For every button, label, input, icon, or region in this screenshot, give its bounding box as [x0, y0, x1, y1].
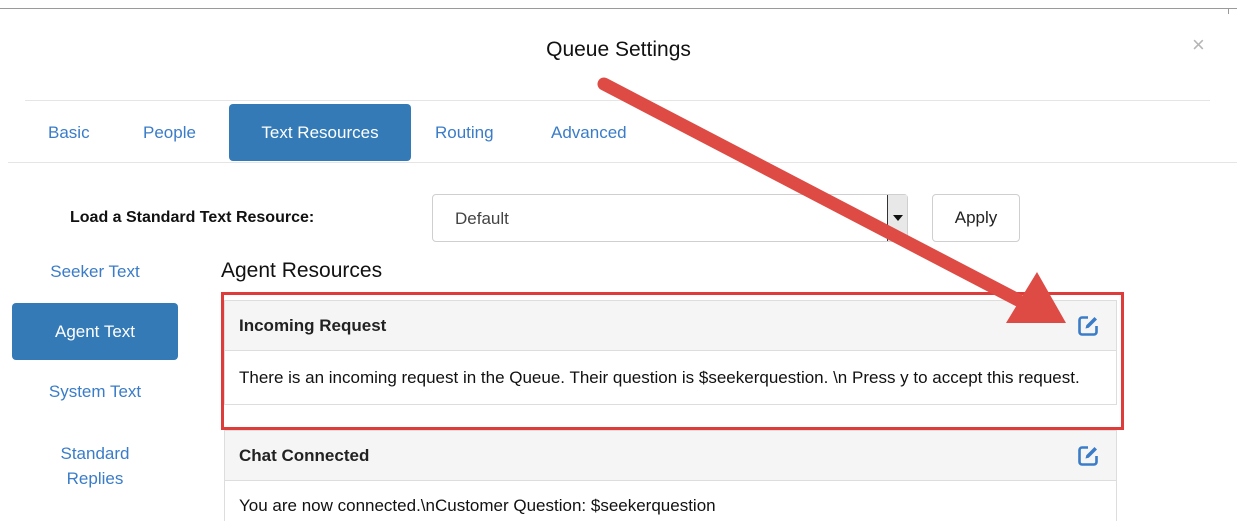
section-title: Agent Resources [221, 259, 383, 282]
tab-text-resources[interactable]: Text Resources [229, 104, 411, 161]
caret-down-icon[interactable] [887, 195, 907, 241]
tab-routing[interactable]: Routing [423, 104, 506, 161]
sidebar-item-seeker-text[interactable]: Seeker Text [12, 262, 178, 282]
tab-advanced[interactable]: Advanced [539, 104, 639, 161]
select-value: Default [455, 209, 509, 228]
apply-button[interactable]: Apply [932, 194, 1020, 242]
window-top-edge [0, 0, 1237, 14]
panel-title: Chat Connected [239, 446, 370, 465]
panel-body: You are now connected.\nCustomer Questio… [239, 496, 716, 515]
resource-panel-chat-connected: Chat Connected You are now connected.\nC… [224, 430, 1117, 521]
window-border [0, 8, 1237, 9]
sidebar-item-standard-replies[interactable]: Standard Replies [12, 441, 178, 491]
close-icon[interactable]: × [1192, 32, 1205, 58]
tab-bar: Basic People Text Resources Routing Adva… [0, 104, 1237, 162]
panel-header: Chat Connected [225, 431, 1116, 481]
tabs-divider [8, 162, 1237, 163]
window-border-corner [1228, 8, 1229, 14]
text-resource-select[interactable]: Default [432, 194, 908, 242]
annotation-highlight-box [221, 292, 1124, 430]
header-divider [25, 100, 1210, 101]
tab-basic[interactable]: Basic [36, 104, 102, 161]
tab-people[interactable]: People [131, 104, 208, 161]
load-resource-label: Load a Standard Text Resource: [70, 209, 315, 226]
sidebar-item-system-text[interactable]: System Text [12, 382, 178, 402]
modal-title: Queue Settings [546, 38, 691, 61]
edit-icon[interactable] [1076, 444, 1100, 468]
sidebar-item-agent-text[interactable]: Agent Text [12, 303, 178, 360]
